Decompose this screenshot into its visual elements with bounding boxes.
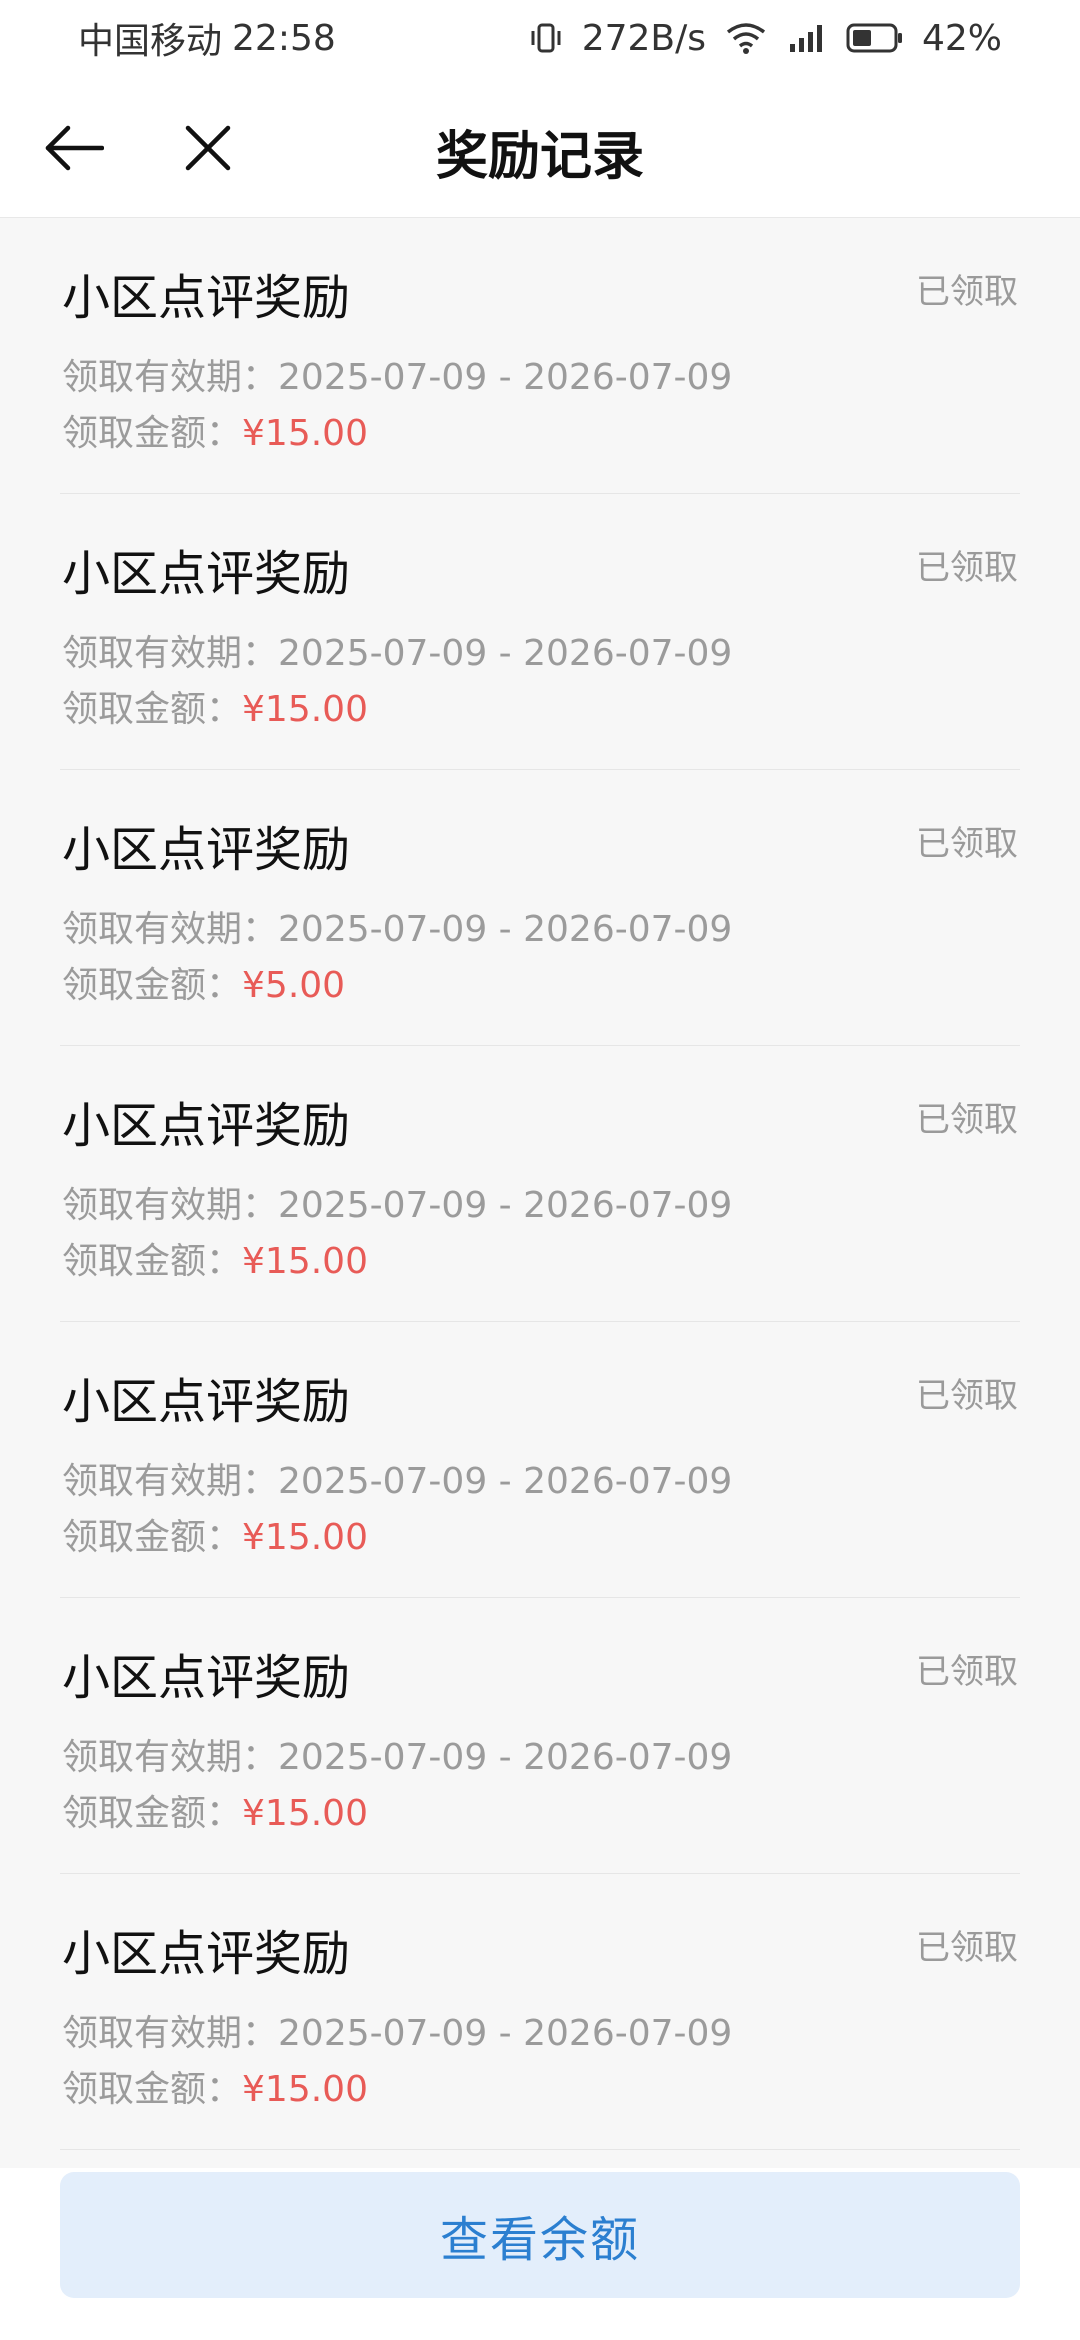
net-speed: 272B/s [581,17,706,59]
reward-status: 已领取 [916,824,1018,864]
validity-label: 领取有效期： [62,1737,279,1778]
reward-item[interactable]: 小区点评奖励 已领取 领取有效期：2025-07-09 - 2026-07-09… [60,1598,1020,1874]
reward-item[interactable]: 小区点评奖励 已领取 领取有效期：2025-07-09 - 2026-07-09… [60,1046,1020,1322]
amount-value: ¥5.00 [242,965,346,1006]
reward-name: 小区点评奖励 [62,1650,351,1706]
reward-status: 已领取 [916,1100,1018,1140]
amount-label: 领取金额： [62,689,243,730]
reward-validity: 领取有效期：2025-07-09 - 2026-07-09 [62,1728,732,1780]
validity-label: 领取有效期： [62,357,279,398]
validity-range: 2025-07-09 - 2026-07-09 [278,1185,733,1226]
reward-amount: 领取金额：¥15.00 [62,680,368,732]
amount-label: 领取金额： [62,1241,243,1282]
reward-name: 小区点评奖励 [62,1098,351,1154]
validity-label: 领取有效期： [62,1185,279,1226]
validity-range: 2025-07-09 - 2026-07-09 [278,2013,733,2054]
reward-status: 已领取 [916,548,1018,588]
validity-label: 领取有效期： [62,1461,279,1502]
reward-validity: 领取有效期：2025-07-09 - 2026-07-09 [62,348,732,400]
validity-range: 2025-07-09 - 2026-07-09 [278,1737,733,1778]
reward-item[interactable]: 小区点评奖励 已领取 领取有效期：2025-07-09 - 2026-07-09… [60,494,1020,770]
header: 奖励记录 [0,76,1080,218]
reward-status: 已领取 [916,1928,1018,1968]
validity-label: 领取有效期： [62,2013,279,2054]
reward-amount: 领取金额：¥15.00 [62,1232,368,1284]
reward-item[interactable]: 小区点评奖励 已领取 领取有效期：2025-07-09 - 2026-07-09… [60,1874,1020,2150]
reward-validity: 领取有效期：2025-07-09 - 2026-07-09 [62,624,732,676]
reward-item[interactable]: 小区点评奖励 已领取 领取有效期：2025-07-09 - 2026-07-09… [60,770,1020,1046]
reward-amount: 领取金额：¥15.00 [62,1508,368,1560]
reward-validity: 领取有效期：2025-07-09 - 2026-07-09 [62,2004,732,2056]
reward-name: 小区点评奖励 [62,546,351,602]
amount-label: 领取金额： [62,2069,243,2110]
amount-label: 领取金额： [62,1517,243,1558]
reward-list: 小区点评奖励 已领取 领取有效期：2025-07-09 - 2026-07-09… [0,218,1080,2150]
amount-value: ¥15.00 [242,2069,368,2110]
reward-amount: 领取金额：¥15.00 [62,1784,368,1836]
reward-name: 小区点评奖励 [62,1374,351,1430]
page-title: 奖励记录 [435,127,644,187]
validity-label: 领取有效期： [62,909,279,950]
battery-level: 42% [921,17,1002,59]
view-balance-button[interactable]: 查看余额 [60,2172,1020,2298]
reward-name: 小区点评奖励 [62,270,351,326]
validity-range: 2025-07-09 - 2026-07-09 [278,1461,733,1502]
reward-validity: 领取有效期：2025-07-09 - 2026-07-09 [62,1176,732,1228]
reward-amount: 领取金额：¥15.00 [62,2060,368,2112]
vibrate-icon [528,20,564,56]
clock: 22:58 [232,17,336,59]
reward-status: 已领取 [916,272,1018,312]
reward-amount: 领取金额：¥5.00 [62,956,345,1008]
validity-range: 2025-07-09 - 2026-07-09 [278,357,733,398]
amount-value: ¥15.00 [242,689,368,730]
validity-label: 领取有效期： [62,633,279,674]
amount-label: 领取金额： [62,1793,243,1834]
reward-name: 小区点评奖励 [62,1926,351,1982]
reward-validity: 领取有效期：2025-07-09 - 2026-07-09 [62,900,732,952]
battery-icon [846,21,904,55]
status-right: 272B/s 42% [510,18,1002,59]
reward-validity: 领取有效期：2025-07-09 - 2026-07-09 [62,1452,732,1504]
reward-status: 已领取 [916,1652,1018,1692]
reward-item[interactable]: 小区点评奖励 已领取 领取有效期：2025-07-09 - 2026-07-09… [60,1322,1020,1598]
amount-value: ¥15.00 [242,1241,368,1282]
signal-icon [786,20,828,56]
carrier: 中国移动 [78,21,223,62]
wifi-icon [724,20,768,56]
status-bar: 中国移动 22:58 272B/s 42% [0,0,1080,76]
reward-item[interactable]: 小区点评奖励 已领取 领取有效期：2025-07-09 - 2026-07-09… [60,218,1020,494]
amount-value: ¥15.00 [242,413,368,454]
amount-value: ¥15.00 [242,1517,368,1558]
validity-range: 2025-07-09 - 2026-07-09 [278,633,733,674]
validity-range: 2025-07-09 - 2026-07-09 [278,909,733,950]
reward-name: 小区点评奖励 [62,822,351,878]
reward-amount: 领取金额：¥15.00 [62,404,368,456]
reward-status: 已领取 [916,1376,1018,1416]
amount-value: ¥15.00 [242,1793,368,1834]
status-left: 中国移动 22:58 [78,12,346,64]
amount-label: 领取金额： [62,965,243,1006]
amount-label: 领取金额： [62,413,243,454]
